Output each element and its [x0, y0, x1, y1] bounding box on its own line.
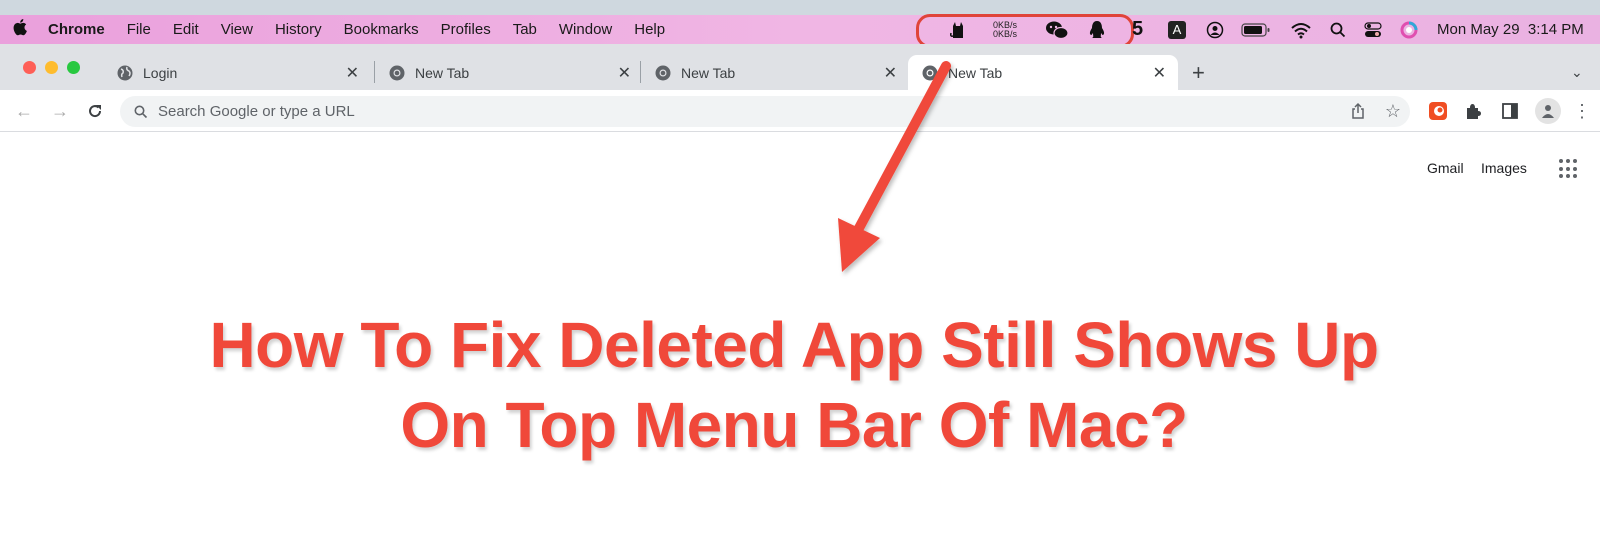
chrome-icon	[655, 65, 671, 81]
menu-help[interactable]: Help	[634, 21, 665, 38]
menubar-clock[interactable]: Mon May 29 3:14 PM	[1437, 15, 1584, 44]
tab-close-icon[interactable]: ✕	[346, 63, 359, 83]
google-apps-grid-icon[interactable]	[1559, 159, 1579, 179]
input-method-label: A	[1168, 20, 1186, 39]
extensions-puzzle-icon[interactable]	[1462, 100, 1484, 122]
menu-profiles[interactable]: Profiles	[441, 21, 491, 38]
tab-title: New Tab	[415, 64, 470, 81]
spotlight-search-icon[interactable]	[1330, 15, 1346, 44]
tab-new-tab-1[interactable]: New Tab ✕	[375, 55, 643, 90]
wifi-icon[interactable]	[1290, 15, 1312, 44]
control-center-icon[interactable]	[1364, 15, 1382, 44]
omnibox[interactable]: Search Google or type a URL	[120, 96, 1410, 127]
menu-history[interactable]: History	[275, 21, 322, 38]
menu-window[interactable]: Window	[559, 21, 612, 38]
desktop-strip	[0, 0, 1600, 15]
new-tab-button[interactable]: +	[1192, 55, 1216, 90]
menu-file[interactable]: File	[127, 21, 151, 38]
tab-search-chevron-down-icon[interactable]: ⌄	[1571, 55, 1591, 90]
chrome-menu-kebab-icon[interactable]: ⋮	[1571, 100, 1593, 122]
tab-close-icon[interactable]: ✕	[618, 63, 631, 83]
tab-close-icon[interactable]: ✕	[884, 63, 897, 83]
menu-tab[interactable]: Tab	[513, 21, 537, 38]
partial-status-icon[interactable]: 5	[1132, 15, 1143, 44]
tab-new-tab-2[interactable]: New Tab ✕	[641, 55, 909, 90]
window-minimize-button[interactable]	[45, 61, 58, 74]
profile-avatar-icon[interactable]	[1535, 98, 1561, 124]
share-icon[interactable]	[1347, 100, 1369, 122]
side-panel-icon[interactable]	[1499, 100, 1521, 122]
back-arrow-icon[interactable]: ←	[13, 100, 35, 122]
menu-view[interactable]: View	[221, 21, 253, 38]
headline-line-1: How To Fix Deleted App Still Shows Up	[209, 309, 1379, 381]
tab-close-icon[interactable]: ✕	[1153, 63, 1166, 83]
bookmark-star-icon[interactable]: ☆	[1382, 100, 1404, 122]
search-icon	[134, 105, 148, 119]
reload-icon[interactable]	[84, 100, 106, 122]
gmail-link[interactable]: Gmail	[1427, 160, 1464, 176]
tab-login[interactable]: Login ✕	[103, 55, 371, 90]
extension-icon[interactable]	[1427, 100, 1449, 122]
tab-title: New Tab	[681, 64, 736, 81]
menu-app-name[interactable]: Chrome	[48, 21, 105, 38]
headline-line-2: On Top Menu Bar Of Mac?	[400, 389, 1188, 461]
tab-title: Login	[143, 64, 178, 81]
tab-new-tab-active[interactable]: New Tab ✕	[908, 55, 1178, 90]
battery-icon[interactable]	[1241, 15, 1271, 44]
window-close-button[interactable]	[23, 61, 36, 74]
user-switch-icon[interactable]	[1206, 15, 1224, 44]
menu-edit[interactable]: Edit	[173, 21, 199, 38]
macos-menu-bar: Chrome File Edit View History Bookmarks …	[0, 15, 1600, 44]
input-method-icon[interactable]: A	[1168, 15, 1186, 44]
chrome-icon	[389, 65, 405, 81]
window-zoom-button[interactable]	[67, 61, 80, 74]
menu-bookmarks[interactable]: Bookmarks	[344, 21, 419, 38]
chrome-icon	[922, 65, 938, 81]
images-link[interactable]: Images	[1481, 160, 1527, 176]
globe-icon	[117, 65, 133, 81]
siri-icon[interactable]	[1400, 15, 1418, 44]
tab-title: New Tab	[948, 64, 1003, 81]
apple-logo-icon[interactable]	[12, 18, 30, 41]
highlight-circle-annotation	[916, 14, 1134, 48]
forward-arrow-icon[interactable]: →	[49, 100, 71, 122]
omnibox-placeholder: Search Google or type a URL	[158, 103, 355, 120]
